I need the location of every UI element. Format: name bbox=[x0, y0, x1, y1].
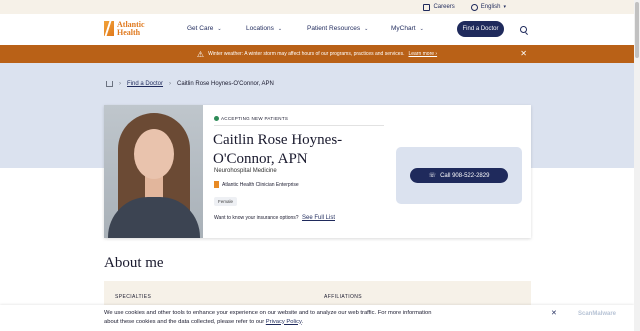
main-nav: Atlantic Health Get Care ⌄ Locations ⌄ P… bbox=[0, 14, 634, 45]
nav-patient-resources[interactable]: Patient Resources ⌄ bbox=[307, 25, 368, 32]
cookie-period: . bbox=[301, 318, 304, 325]
breadcrumb-separator: › bbox=[119, 81, 121, 87]
breadcrumb: › Find a Doctor › Caitlin Rose Hoynes-O'… bbox=[106, 81, 274, 87]
specialties-label: SPECIALTIES bbox=[115, 294, 152, 300]
breadcrumb-find-a-doctor[interactable]: Find a Doctor bbox=[127, 81, 163, 87]
scrollbar-thumb[interactable] bbox=[635, 2, 639, 58]
globe-icon bbox=[470, 3, 478, 11]
briefcase-icon bbox=[423, 3, 431, 11]
warning-icon: ⚠ bbox=[196, 49, 205, 59]
language-selector[interactable]: English ▾ bbox=[470, 3, 506, 11]
enterprise-affiliation: Atlantic Health Clinician Enterprise bbox=[214, 181, 299, 188]
chevron-down-icon: ⌄ bbox=[277, 25, 283, 32]
insurance-prompt: Want to know your insurance options? bbox=[214, 215, 299, 221]
utility-bar: Careers English ▾ bbox=[0, 0, 634, 14]
see-full-list-link[interactable]: See Full List bbox=[302, 215, 335, 221]
doctor-photo bbox=[104, 105, 203, 238]
home-icon[interactable] bbox=[106, 81, 113, 87]
breadcrumb-separator: › bbox=[169, 81, 172, 87]
chevron-down-icon: ▾ bbox=[503, 4, 506, 10]
nav-get-care[interactable]: Get Care ⌄ bbox=[187, 25, 222, 32]
chevron-down-icon: ⌄ bbox=[419, 25, 424, 32]
enterprise-logo-icon bbox=[214, 181, 219, 188]
language-label: English bbox=[480, 4, 501, 10]
alert-message: Winter weather: A winter storm may affec… bbox=[208, 51, 405, 57]
cookie-banner: We use cookies and other tools to enhanc… bbox=[0, 305, 634, 331]
watermark: ScanMalware bbox=[578, 311, 617, 317]
close-icon[interactable]: ✕ bbox=[520, 49, 527, 58]
gender-tag: Female bbox=[214, 197, 238, 206]
phone-icon: ☏ bbox=[428, 173, 437, 179]
careers-link[interactable]: Careers bbox=[423, 3, 455, 11]
accepting-patients-badge: ACCEPTING NEW PATIENTS bbox=[214, 116, 288, 121]
search-icon[interactable] bbox=[520, 26, 527, 33]
enterprise-label: Atlantic Health Clinician Enterprise bbox=[222, 181, 299, 188]
call-label: Call 908-522-2829 bbox=[440, 172, 490, 179]
chevron-down-icon: ⌄ bbox=[364, 25, 369, 32]
chevron-down-icon: ⌄ bbox=[217, 25, 222, 32]
alert-banner: ⚠ Winter weather: A winter storm may aff… bbox=[0, 45, 634, 63]
logo-mark-icon bbox=[104, 21, 114, 36]
nav-label: Locations bbox=[246, 25, 274, 32]
insurance-row: Want to know your insurance options? See… bbox=[214, 215, 335, 221]
call-button[interactable]: ☏ Call 908-522-2829 bbox=[410, 168, 508, 183]
nav-locations[interactable]: Locations ⌄ bbox=[246, 25, 282, 32]
doctor-specialty: Neurohospital Medicine bbox=[214, 168, 277, 174]
doctor-name: Caitlin Rose Hoynes-O'Connor, APN bbox=[213, 132, 343, 167]
cookie-text-block: We use cookies and other tools to enhanc… bbox=[104, 309, 434, 326]
scrollbar[interactable] bbox=[634, 0, 640, 331]
careers-label: Careers bbox=[433, 4, 455, 10]
alert-learn-more-link[interactable]: Learn more › bbox=[408, 51, 437, 57]
photo-face bbox=[134, 129, 174, 179]
nav-label: Get Care bbox=[187, 25, 214, 32]
close-icon[interactable]: ✕ bbox=[551, 309, 557, 317]
find-a-doctor-button[interactable]: Find a Doctor bbox=[457, 21, 504, 37]
status-dot-icon bbox=[214, 116, 219, 121]
accepting-label: ACCEPTING NEW PATIENTS bbox=[221, 116, 289, 121]
call-panel: ☏ Call 908-522-2829 bbox=[396, 147, 522, 204]
about-heading: About me bbox=[104, 255, 164, 271]
nav-mychart[interactable]: MyChart ⌄ bbox=[391, 25, 424, 32]
logo[interactable]: Atlantic Health bbox=[104, 21, 145, 36]
breadcrumb-current: Caitlin Rose Hoynes-O'Connor, APN bbox=[177, 81, 274, 87]
logo-line-2: Health bbox=[117, 27, 141, 37]
nav-label: Patient Resources bbox=[307, 25, 361, 32]
privacy-policy-link[interactable]: Privacy Policy bbox=[266, 319, 302, 325]
affiliations-label: AFFILIATIONS bbox=[324, 294, 363, 300]
nav-label: MyChart bbox=[391, 25, 416, 32]
divider bbox=[214, 125, 384, 126]
logo-text: Atlantic Health bbox=[117, 21, 145, 37]
